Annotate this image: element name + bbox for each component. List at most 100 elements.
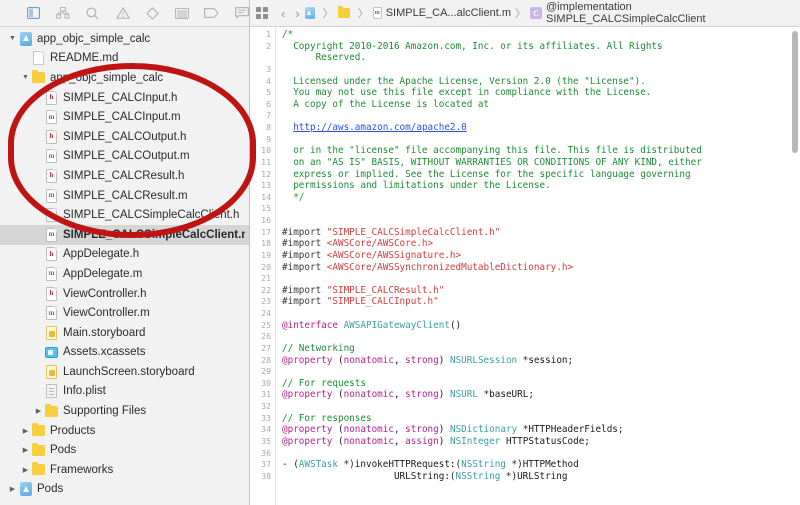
- tree-row-label: SIMPLE_CALCSimpleCalcClient.m: [63, 229, 245, 241]
- tree-row[interactable]: ▶Pods: [0, 440, 249, 460]
- storyboard-file-icon: [45, 364, 58, 379]
- code-token: A copy of the License is located at: [282, 99, 489, 110]
- code-token: strong: [405, 355, 439, 366]
- tree-row[interactable]: Assets.xcassets: [0, 343, 249, 363]
- disclosure-triangle-open-icon[interactable]: ▼: [7, 35, 18, 42]
- code-link[interactable]: http://aws.amazon.com/apache2.0: [293, 122, 467, 133]
- tree-row[interactable]: LaunchScreen.storyboard: [0, 362, 249, 382]
- tree-row[interactable]: ▶Supporting Files: [0, 401, 249, 421]
- line-number: 38: [250, 471, 275, 483]
- tree-row-label: SIMPLE_CALCInput.m: [63, 111, 181, 123]
- disclosure-triangle-open-icon[interactable]: ▼: [20, 74, 31, 81]
- line-number: 18: [250, 238, 275, 250]
- tree-row-label: LaunchScreen.storyboard: [63, 366, 195, 378]
- code-token: permissions and limitations under the Li…: [282, 180, 551, 191]
- symbol-navigator-icon[interactable]: [56, 6, 71, 21]
- vertical-scrollbar-thumb[interactable]: [792, 31, 798, 153]
- code-token: #import: [282, 296, 327, 307]
- forward-button[interactable]: ›: [290, 6, 304, 21]
- code-line: // For responses: [282, 413, 800, 425]
- test-navigator-icon[interactable]: [145, 6, 160, 21]
- line-number: 5: [250, 87, 275, 99]
- tree-row[interactable]: mAppDelegate.m: [0, 264, 249, 284]
- project-navigator-icon[interactable]: [26, 6, 41, 21]
- code-token: ): [439, 355, 450, 366]
- line-number: 29: [250, 366, 275, 378]
- code-token: "SIMPLE_CALCResult.h": [327, 285, 445, 296]
- breadcrumb-file[interactable]: m SIMPLE_CA...alcClient.m: [373, 7, 511, 19]
- folder-icon: [32, 462, 45, 477]
- tree-row[interactable]: mSIMPLE_CALCResult.m: [0, 186, 249, 206]
- tree-row-label: Frameworks: [50, 464, 113, 476]
- related-items-icon[interactable]: [256, 7, 268, 19]
- code-line: A copy of the License is located at: [282, 99, 800, 111]
- code-line: #import "SIMPLE_CALCSimpleCalcClient.h": [282, 227, 800, 239]
- tree-row[interactable]: mViewController.m: [0, 303, 249, 323]
- code-token: NSString: [461, 459, 506, 470]
- code-token: or in the "license" file accompanying th…: [282, 145, 702, 156]
- line-number: 36: [250, 448, 275, 460]
- line-number: 9: [250, 134, 275, 146]
- source-code-text[interactable]: /* Copyright 2010-2016 Amazon.com, Inc. …: [276, 27, 800, 505]
- tree-row-selected[interactable]: mSIMPLE_CALCSimpleCalcClient.m: [0, 225, 249, 245]
- tree-row[interactable]: ▼app_objc_simple_calc: [0, 68, 249, 88]
- code-token: You may not use this file except in comp…: [282, 87, 651, 98]
- breadcrumb-group[interactable]: [338, 8, 354, 18]
- report-navigator-icon[interactable]: [234, 6, 249, 21]
- breakpoint-navigator-icon[interactable]: [204, 6, 219, 21]
- code-line: http://aws.amazon.com/apache2.0: [282, 122, 800, 134]
- tree-row-label: AppDelegate.h: [63, 248, 139, 260]
- code-token: "SIMPLE_CALCInput.h": [327, 296, 439, 307]
- tree-row[interactable]: ▶Pods: [0, 480, 249, 500]
- line-number: 1: [250, 29, 275, 41]
- disclosure-triangle-closed-icon[interactable]: ▶: [20, 427, 31, 435]
- line-number: 8: [250, 122, 275, 134]
- code-token: nonatomic: [344, 436, 394, 447]
- tree-row[interactable]: hAppDelegate.h: [0, 245, 249, 265]
- tree-row[interactable]: Main.storyboard: [0, 323, 249, 343]
- line-number: [250, 52, 275, 64]
- tree-row[interactable]: hSIMPLE_CALCSimpleCalcClient.h: [0, 205, 249, 225]
- folder-icon: [32, 423, 45, 438]
- breadcrumb-symbol[interactable]: C @implementation SIMPLE_CALCSimpleCalcC…: [530, 1, 794, 25]
- code-line: Reserved.: [282, 52, 800, 64]
- code-line: @property (nonatomic, assign) NSInteger …: [282, 436, 800, 448]
- tree-row[interactable]: hViewController.h: [0, 284, 249, 304]
- tree-row[interactable]: hSIMPLE_CALCOutput.h: [0, 127, 249, 147]
- disclosure-triangle-closed-icon[interactable]: ▶: [20, 446, 31, 454]
- line-number: 31: [250, 389, 275, 401]
- code-token: @property: [282, 355, 338, 366]
- tree-row[interactable]: Info.plist: [0, 382, 249, 402]
- code-token: NSURL: [450, 389, 478, 400]
- line-number: 32: [250, 401, 275, 413]
- tree-row[interactable]: ▶ Frameworks: [0, 460, 249, 480]
- code-token: AWSTask: [299, 459, 338, 470]
- markdown-file-icon: [32, 51, 45, 66]
- code-token: *)invokeHTTPRequest:(: [338, 459, 461, 470]
- tree-row[interactable]: hSIMPLE_CALCInput.h: [0, 88, 249, 108]
- tree-row[interactable]: ▼ app_objc_simple_calc: [0, 29, 249, 49]
- project-navigator-panel: ▼app_objc_simple_calcREADME.md▼app_objc_…: [0, 0, 250, 505]
- objc-implementation-file-icon: m: [45, 149, 58, 164]
- tree-row[interactable]: README.md: [0, 49, 249, 69]
- code-area[interactable]: 1234567891011121314151617181920212223242…: [250, 27, 800, 505]
- issue-navigator-icon[interactable]: [115, 6, 130, 21]
- breadcrumb-project[interactable]: [305, 7, 319, 19]
- debug-navigator-icon[interactable]: [175, 6, 190, 21]
- tree-row[interactable]: mSIMPLE_CALCInput.m: [0, 107, 249, 127]
- disclosure-triangle-closed-icon[interactable]: ▶: [7, 485, 18, 493]
- tree-row[interactable]: hSIMPLE_CALCResult.h: [0, 166, 249, 186]
- tree-row-label: app_objc_simple_calc: [37, 33, 150, 45]
- disclosure-triangle-closed-icon[interactable]: ▶: [33, 407, 44, 415]
- back-button[interactable]: ‹: [276, 6, 290, 21]
- objc-implementation-file-icon: m: [373, 7, 382, 19]
- project-tree[interactable]: ▼app_objc_simple_calcREADME.md▼app_objc_…: [0, 27, 249, 505]
- line-number: 15: [250, 203, 275, 215]
- code-token: // Networking: [282, 343, 355, 354]
- source-editor-panel: ‹ › 〉 〉 m SIMPLE_CA...alcClient.m 〉 C @i…: [250, 0, 800, 505]
- find-navigator-icon[interactable]: [85, 6, 100, 21]
- disclosure-triangle-closed-icon[interactable]: ▶: [20, 466, 31, 474]
- tree-row[interactable]: ▶Products: [0, 421, 249, 441]
- tree-row-label: SIMPLE_CALCResult.m: [63, 190, 188, 202]
- tree-row[interactable]: mSIMPLE_CALCOutput.m: [0, 147, 249, 167]
